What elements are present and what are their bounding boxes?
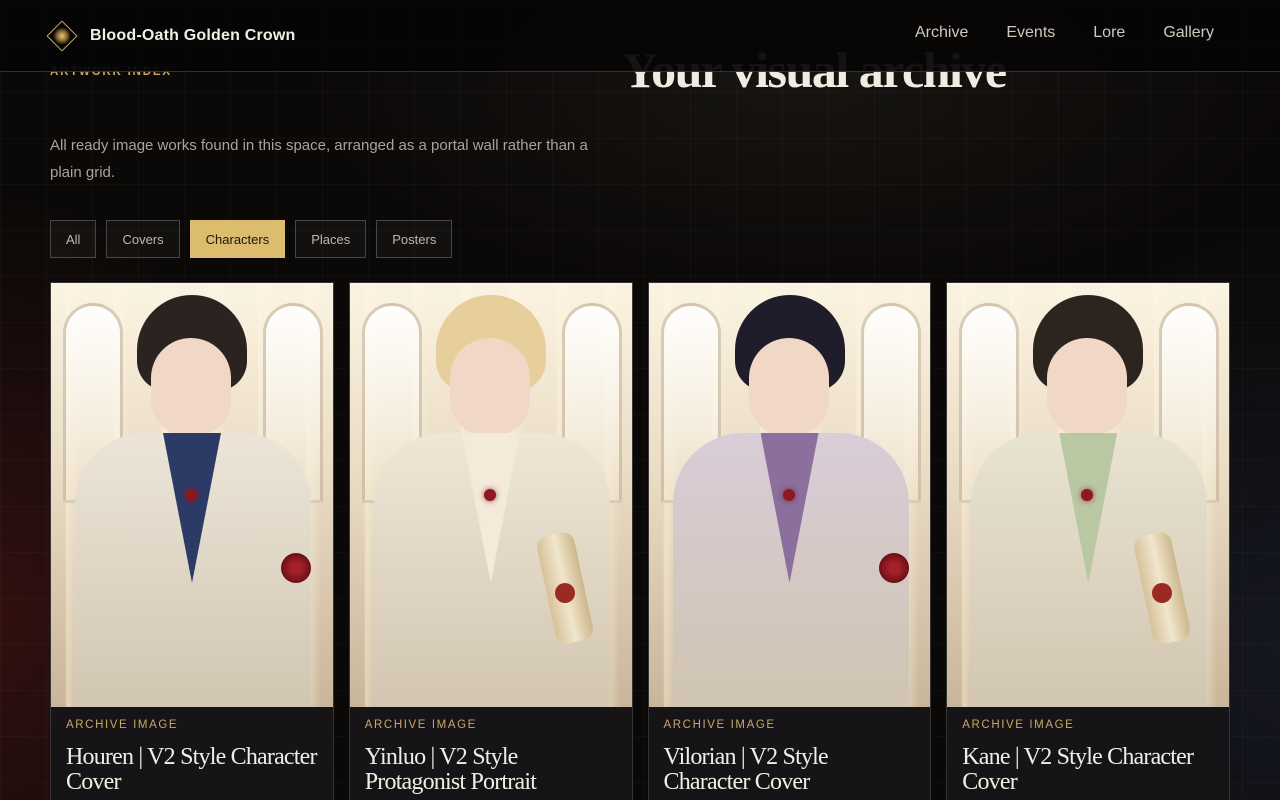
artwork-card[interactable]: ARCHIVE IMAGE Houren | V2 Style Characte… (50, 282, 334, 800)
brooch-gem (782, 489, 795, 501)
nav-link-archive[interactable]: Archive (915, 24, 968, 42)
artwork-tag: ARCHIVE IMAGE (364, 719, 477, 731)
artwork-image (51, 283, 333, 707)
filter-bar: All Covers Characters Places Posters (50, 220, 453, 258)
artwork-image (349, 283, 632, 707)
character-face (151, 338, 231, 436)
artwork-tag: ARCHIVE IMAGE (66, 719, 179, 731)
top-navigation-bar: Blood-Oath Golden Crown Archive Events L… (0, 0, 1280, 72)
brand[interactable]: Blood-Oath Golden Crown (46, 20, 295, 52)
nav-link-lore[interactable]: Lore (1093, 24, 1125, 42)
wax-seal (554, 583, 575, 603)
artwork-image (947, 283, 1229, 707)
nav-link-gallery[interactable]: Gallery (1163, 24, 1214, 42)
brand-name: Blood-Oath Golden Crown (90, 27, 296, 44)
artwork-card[interactable]: ARCHIVE IMAGE Kane | V2 Style Character … (946, 282, 1230, 800)
filter-chip-all[interactable]: All (50, 220, 97, 258)
artwork-card[interactable]: ARCHIVE IMAGE Yinluo | V2 Style Protagon… (348, 282, 633, 800)
artwork-grid: ARCHIVE IMAGE Houren | V2 Style Characte… (50, 282, 1230, 800)
artwork-tag: ARCHIVE IMAGE (962, 719, 1075, 731)
filter-chip-characters[interactable]: Characters (189, 220, 286, 258)
rose-flower (878, 553, 909, 583)
filter-chip-places[interactable]: Places (295, 220, 367, 258)
artwork-tag: ARCHIVE IMAGE (663, 719, 776, 731)
artwork-card[interactable]: ARCHIVE IMAGE Vilorian | V2 Style Charac… (647, 282, 932, 800)
nav-link-events[interactable]: Events (1006, 24, 1055, 42)
filter-chip-posters[interactable]: Posters (376, 220, 453, 258)
artwork-title: Kane | V2 Style Character Cover (962, 744, 1194, 795)
brooch-gem (185, 489, 197, 501)
crown-diamond-icon (46, 20, 78, 52)
filter-chip-covers[interactable]: Covers (106, 220, 180, 258)
character-face (1047, 338, 1128, 436)
artwork-title: Houren | V2 Style Character Cover (66, 744, 317, 795)
main-nav: Archive Events Lore Gallery (915, 24, 1214, 42)
artwork-image (648, 283, 931, 707)
rose-flower (281, 553, 311, 583)
page-description: All ready image works found in this spac… (50, 137, 588, 181)
artwork-title: Yinluo | V2 Style Protagonist Portrait (364, 744, 537, 795)
character-face (449, 338, 530, 436)
brooch-gem (483, 489, 496, 501)
artwork-title: Vilorian | V2 Style Character Cover (663, 744, 829, 795)
character-face (748, 338, 829, 436)
